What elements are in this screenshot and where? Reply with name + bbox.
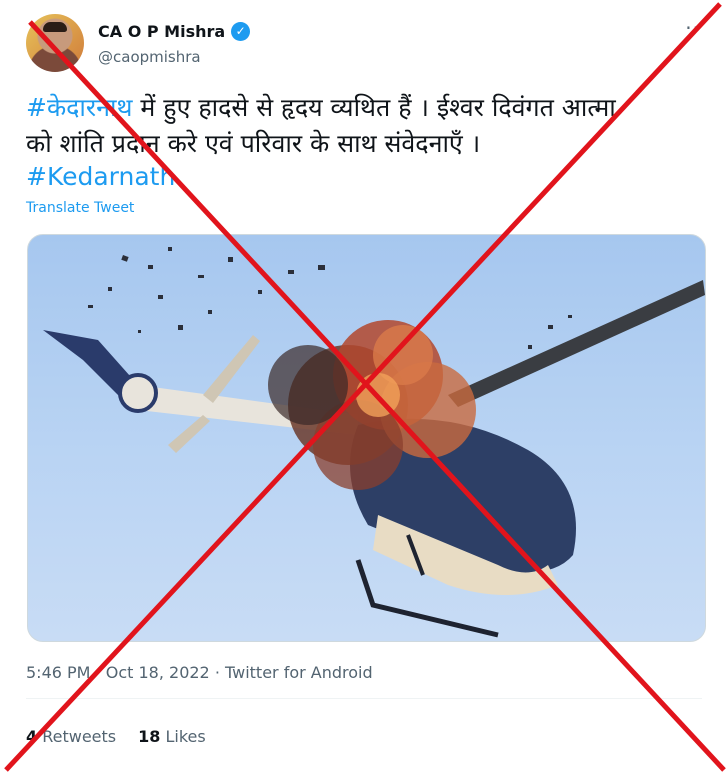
likes-label: Likes: [165, 727, 206, 746]
tweet-timestamp[interactable]: 5:46 PM · Oct 18, 2022 · Twitter for And…: [26, 663, 373, 682]
hashtag-link[interactable]: #केदारनाथ: [26, 93, 132, 122]
tweet-text-line1: में हुए हादसे से हृदय व्यथित हैं । ईश्वर…: [132, 93, 616, 122]
more-options-icon[interactable]: ··: [685, 16, 700, 40]
helicopter-explosion-image: [43, 247, 705, 638]
avatar[interactable]: [26, 14, 84, 72]
divider: [26, 698, 702, 699]
likes-stat[interactable]: 18 Likes: [138, 727, 206, 746]
retweets-count: 4: [26, 727, 38, 746]
tweet-media-image[interactable]: [27, 234, 706, 642]
author-name-row: CA O P Mishra ✓: [98, 22, 251, 41]
retweets-label: Retweets: [42, 727, 117, 746]
translate-tweet-link[interactable]: Translate Tweet: [26, 200, 134, 216]
likes-count: 18: [138, 727, 161, 746]
retweets-stat[interactable]: 4 Retweets: [26, 727, 116, 746]
hashtag-link-english[interactable]: #Kedarnath: [26, 162, 175, 191]
tweet-text-line2: को शांति प्रदान करे एवं परिवार के साथ सं…: [26, 129, 481, 158]
debris: [88, 247, 572, 349]
author-name[interactable]: CA O P Mishra: [98, 22, 225, 41]
tweet-stats: 4 Retweets 18 Likes: [26, 727, 206, 746]
tweet-card: CA O P Mishra ✓ @caopmishra ·· #केदारनाथ…: [0, 0, 726, 774]
author-handle[interactable]: @caopmishra: [98, 48, 201, 66]
tweet-text: #केदारनाथ में हुए हादसे से हृदय व्यथित ह…: [26, 90, 706, 162]
verified-badge-icon: ✓: [231, 22, 251, 41]
rotor-blade: [448, 280, 705, 407]
avatar-hair: [43, 22, 67, 32]
